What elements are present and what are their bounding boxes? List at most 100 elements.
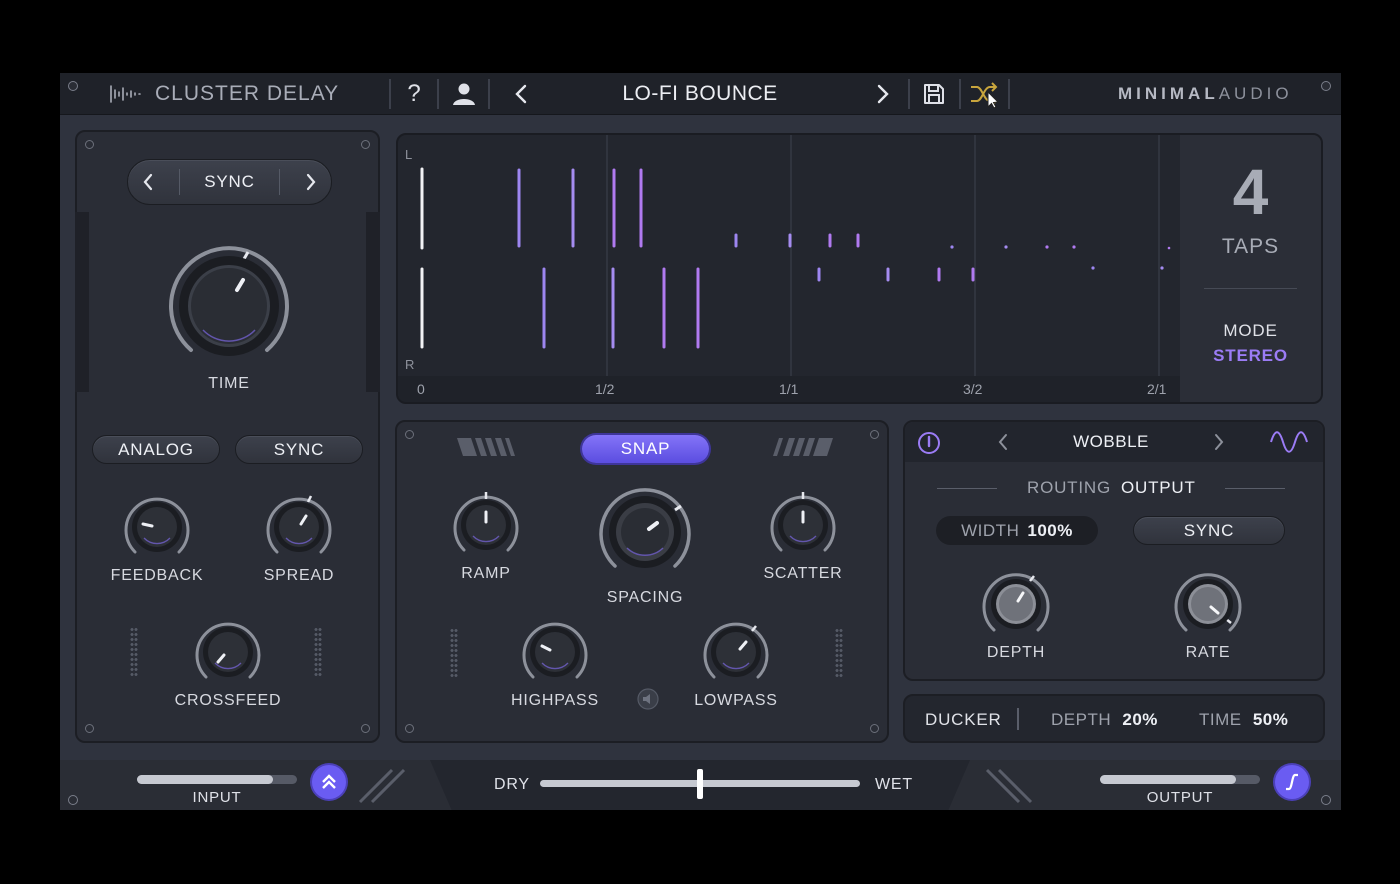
link-icon[interactable] (637, 688, 659, 715)
preset-name[interactable]: LO-FI BOUNCE (530, 82, 870, 106)
scatter-knob[interactable] (767, 489, 839, 561)
screw-icon (1321, 795, 1331, 805)
divider (1017, 708, 1019, 730)
axis-tick: 3/2 (963, 381, 983, 397)
dry-label: DRY (494, 776, 530, 793)
wet-label: WET (875, 776, 913, 793)
help-icon[interactable]: ? (402, 79, 426, 109)
tap-graph (420, 135, 1171, 380)
chevron-left-icon[interactable] (997, 433, 1009, 456)
snap-button[interactable]: SNAP (582, 435, 709, 463)
time-label: TIME (208, 375, 250, 392)
time-knob[interactable] (163, 240, 295, 372)
input-slider[interactable] (137, 775, 297, 784)
user-icon[interactable] (450, 79, 478, 109)
output-level-fill (1100, 775, 1236, 784)
screw-icon (68, 795, 78, 805)
modulation-panel: WOBBLE ROUTING OUTPUT WIDTH 100% SYNC DE… (903, 420, 1325, 681)
chevron-left-icon[interactable] (510, 79, 532, 109)
chevron-right-icon[interactable] (1213, 433, 1225, 456)
decor-stripes-icon (358, 768, 418, 809)
analog-button[interactable]: ANALOG (92, 435, 220, 464)
axis-tick: 1/2 (595, 381, 615, 397)
ducker-depth[interactable]: DEPTH 20% (1051, 710, 1158, 730)
axis-tick: 2/1 (1147, 381, 1167, 397)
mode-value[interactable]: STEREO (1180, 346, 1321, 366)
input-label: INPUT (192, 789, 242, 806)
divider (279, 169, 281, 195)
left-channel-label: L (405, 147, 413, 162)
ducker-title: DUCKER (925, 710, 1002, 729)
mod-sync-button[interactable]: SYNC (1133, 516, 1285, 545)
divider (1225, 488, 1285, 489)
shuffle-icon[interactable] (968, 79, 1000, 109)
save-icon[interactable] (920, 79, 948, 109)
screw-icon (1321, 81, 1331, 91)
ducker-panel: DUCKER DEPTH 20% TIME 50% (903, 694, 1325, 743)
spread-knob[interactable] (263, 491, 335, 563)
time-mode-label: SYNC (204, 172, 255, 191)
brand-light: AUDIO (1218, 84, 1293, 103)
width-label: WIDTH (961, 520, 1020, 540)
routing-value[interactable]: OUTPUT (1121, 478, 1196, 498)
input-level-fill (137, 775, 273, 784)
input-boost-button[interactable] (312, 765, 346, 799)
grip-handle (450, 628, 458, 678)
chevron-left-icon[interactable] (142, 173, 154, 191)
decor-stripes-icon (457, 438, 517, 461)
shape-panel: SNAP RAMP SPACING SCATTER HIGHPASS LOWPA… (395, 420, 889, 743)
routing-label: ROUTING (1027, 478, 1111, 497)
brand-bold: MINIMAL (1118, 84, 1219, 103)
crossfeed-label: CROSSFEED (174, 692, 282, 709)
spread-label: SPREAD (263, 567, 335, 584)
rate-knob[interactable] (1171, 567, 1245, 641)
divider (1008, 79, 1010, 109)
screw-icon (361, 140, 370, 149)
ducker-depth-value: 20% (1122, 710, 1158, 729)
dry-wet-handle[interactable] (697, 769, 703, 799)
mod-preset-name[interactable]: WOBBLE (1035, 432, 1187, 452)
sync-button[interactable]: SYNC (235, 435, 363, 464)
highpass-knob[interactable] (519, 616, 591, 688)
axis-tick: 1/1 (779, 381, 799, 397)
chevron-right-icon[interactable] (872, 79, 894, 109)
screw-icon (405, 430, 414, 439)
screw-icon (870, 430, 879, 439)
tap-display[interactable]: L R 0 1/2 1/1 3/2 2/1 4 TAPS MODE STEREO (396, 133, 1323, 404)
grip-handle (314, 627, 322, 677)
time-mode-selector[interactable]: SYNC (127, 159, 332, 205)
ducker-time[interactable]: TIME 50% (1199, 710, 1288, 730)
output-slider[interactable] (1100, 775, 1260, 784)
chevron-right-icon[interactable] (305, 173, 317, 191)
lowpass-knob[interactable] (700, 616, 772, 688)
double-chevron-up-icon (320, 773, 338, 791)
divider (959, 79, 961, 109)
ducker-time-value: 50% (1252, 710, 1289, 729)
screw-icon (361, 724, 370, 733)
lowpass-label: LOWPASS (694, 692, 778, 709)
dry-wet-slider[interactable] (540, 769, 860, 799)
depth-knob[interactable] (979, 567, 1053, 641)
grip-handle (130, 627, 138, 677)
ducker-time-label: TIME (1199, 710, 1242, 729)
feedback-label: FEEDBACK (110, 567, 204, 584)
power-icon[interactable] (917, 431, 941, 460)
decor-stripes-icon (985, 768, 1045, 809)
spacing-label: SPACING (606, 589, 684, 606)
sine-wave-icon[interactable] (1269, 431, 1309, 458)
header-bar: CLUSTER DELAY ? LO-FI BOUNCE MINIMALAUDI… (60, 73, 1341, 115)
grip-handle (835, 628, 843, 678)
output-clip-button[interactable] (1275, 765, 1309, 799)
feedback-knob[interactable] (121, 491, 193, 563)
ramp-knob[interactable] (450, 489, 522, 561)
width-control[interactable]: WIDTH 100% (936, 516, 1098, 545)
divider (937, 488, 997, 489)
tap-count[interactable]: 4 (1180, 155, 1321, 229)
divider (488, 79, 490, 109)
plugin-title: CLUSTER DELAY (155, 82, 340, 105)
screw-icon (870, 724, 879, 733)
screw-icon (68, 81, 78, 91)
spacing-knob[interactable] (595, 482, 695, 582)
modulation-header: WOBBLE (905, 422, 1323, 462)
crossfeed-knob[interactable] (192, 616, 264, 688)
